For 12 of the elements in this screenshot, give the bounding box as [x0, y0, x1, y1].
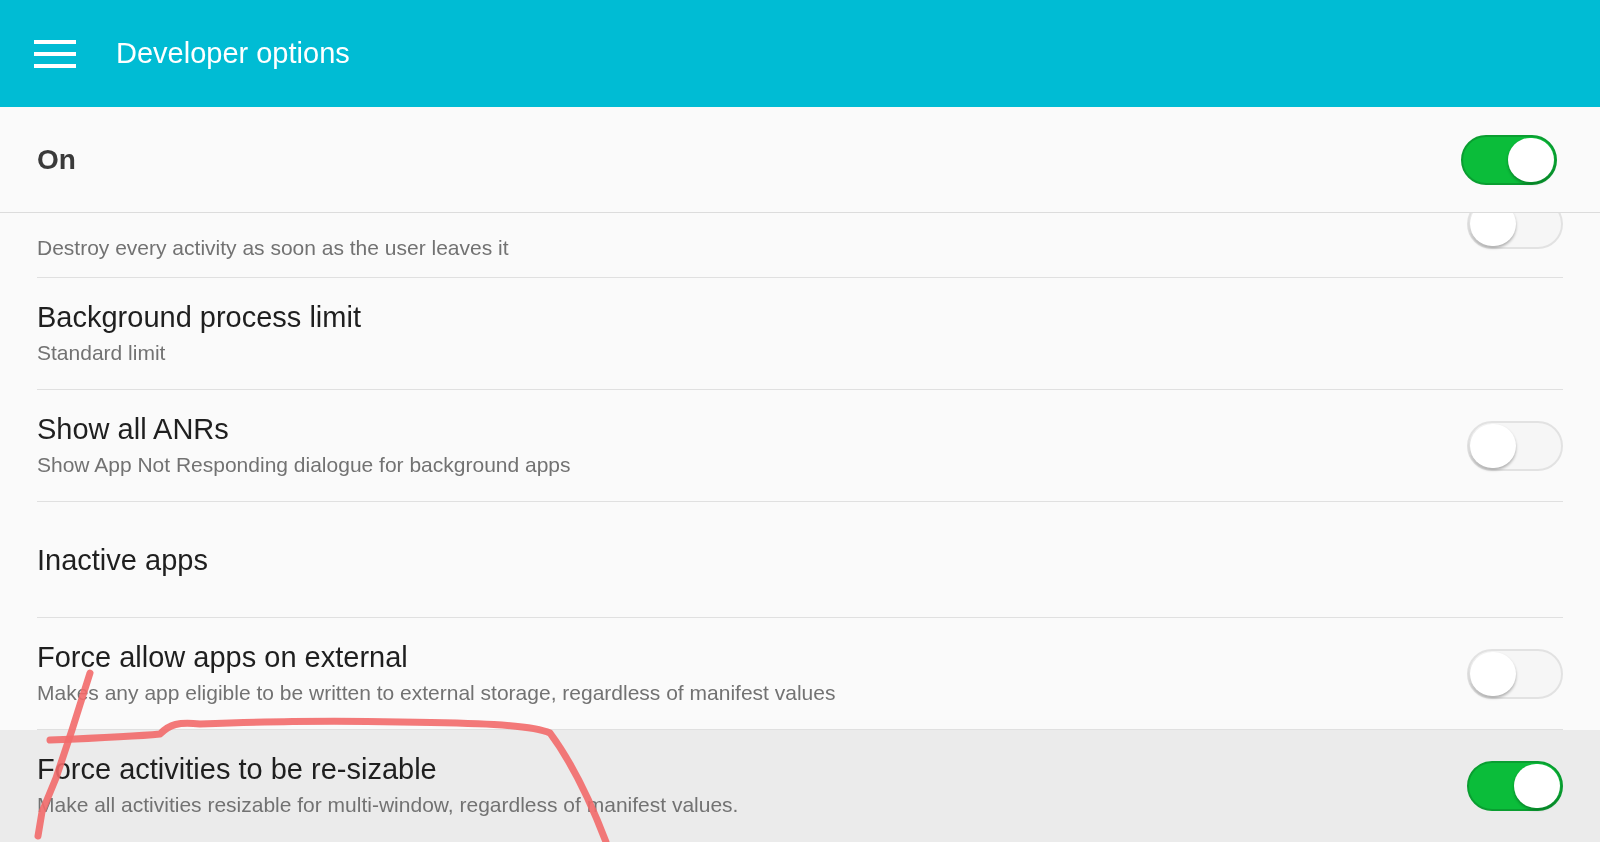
setting-description: Show App Not Responding dialogue for background apps	[37, 451, 571, 478]
setting-description: Standard limit	[37, 339, 167, 366]
app-bar-title: Developer options	[116, 35, 350, 71]
toggle-switch[interactable]	[1467, 761, 1563, 811]
master-switch-label: On	[37, 142, 76, 177]
setting-title: Inactive apps	[37, 542, 208, 578]
toggle-switch[interactable]	[1461, 134, 1557, 185]
setting-title: Show all ANRs	[37, 411, 230, 447]
setting-title: Force allow apps on external	[37, 639, 409, 675]
setting-title: Background process limit	[37, 299, 361, 335]
menu-icon[interactable]	[34, 39, 76, 68]
setting-description: Destroy every activity as soon as the user leaves it	[37, 235, 509, 261]
